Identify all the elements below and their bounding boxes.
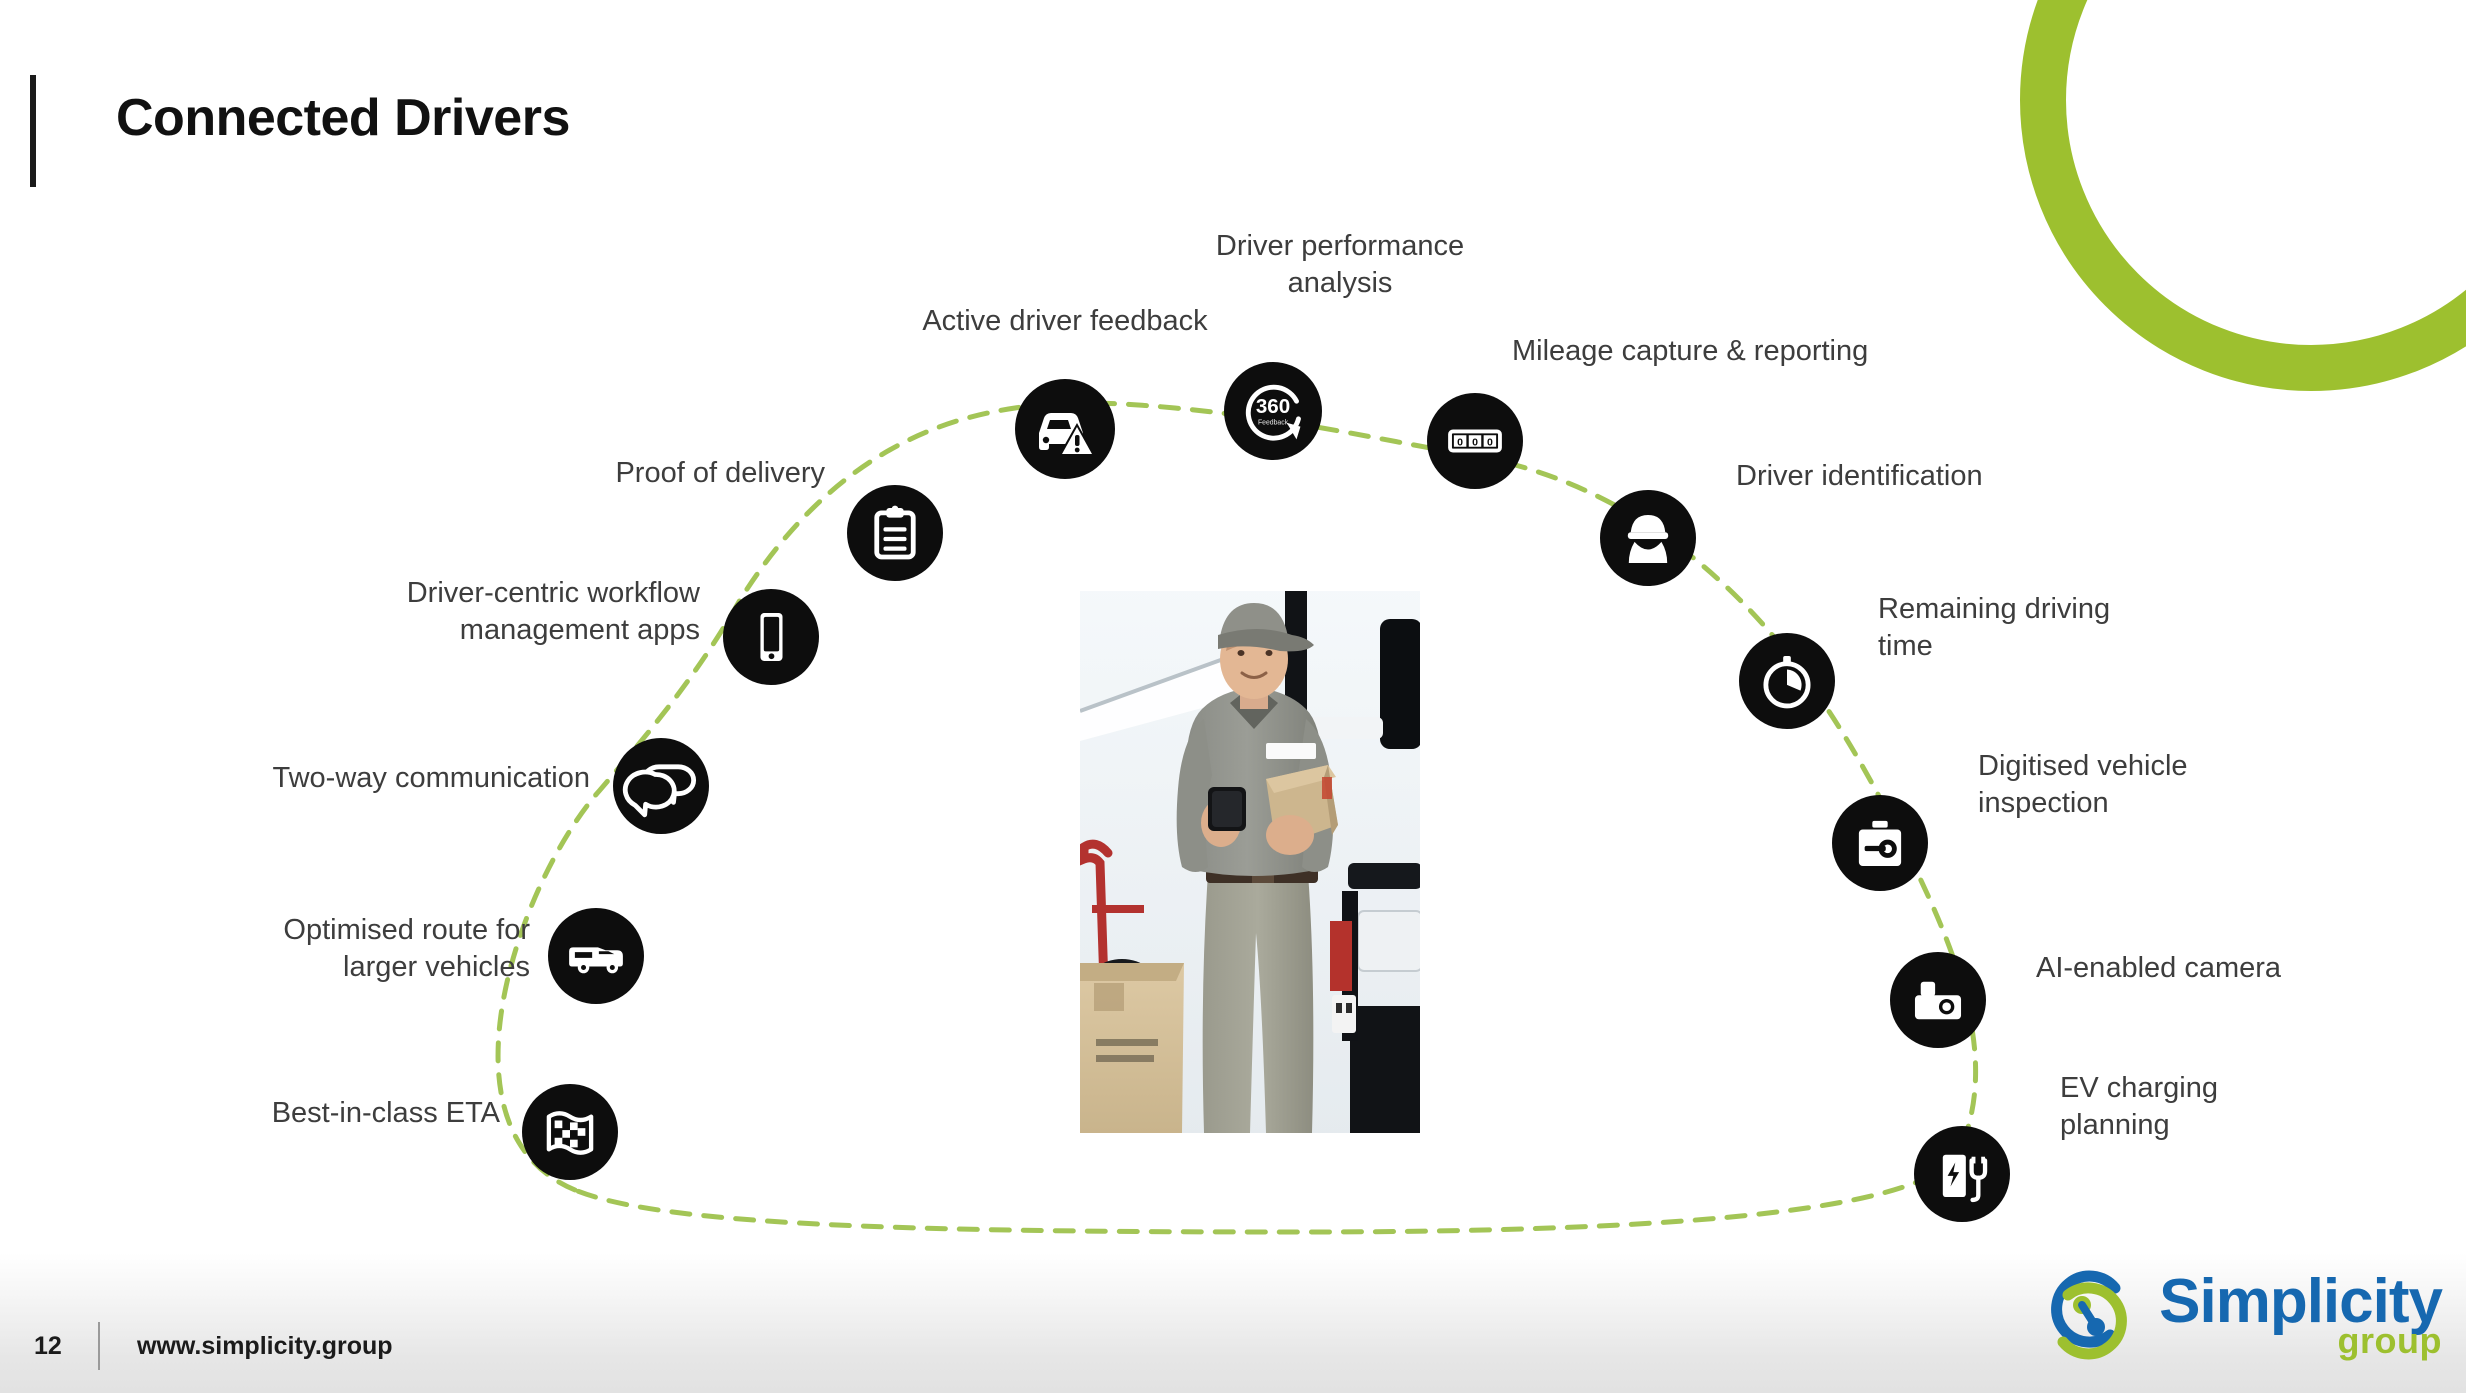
label-active-driver-feedback: Active driver feedback (922, 305, 1208, 337)
label-ev-charging-planning: EV charging planning (2060, 1072, 2218, 1142)
label-digitised-vehicle-inspection: Digitised vehicle inspection (1978, 750, 2188, 820)
speech-bubbles-icon (622, 764, 696, 818)
node-driver-centric-workflow-management-apps[interactable] (723, 589, 819, 685)
node-active-driver-feedback[interactable] (1015, 379, 1115, 479)
simplicity-group-logo: Simplicity group (2029, 1255, 2443, 1375)
label-driver-performance-analysis: Driver performance analysis (1215, 230, 1465, 300)
node-driver-performance-analysis[interactable]: 360 Feedback (1224, 362, 1322, 460)
delivery-driver-photo (1080, 591, 1420, 1133)
footer-page-number: 12 (34, 1332, 62, 1360)
svg-text:Feedback: Feedback (1258, 420, 1289, 427)
label-remaining-driving-time: Remaining driving time (1878, 593, 2111, 663)
dashcam-icon (1914, 981, 1962, 1020)
node-remaining-driving-time[interactable] (1739, 633, 1835, 729)
label-driver-identification: Driver identification (1736, 460, 1983, 492)
label-ai-enabled-camera: AI-enabled camera (2036, 952, 2282, 984)
node-best-in-class-eta[interactable] (522, 1084, 618, 1180)
node-mileage-capture-reporting[interactable]: 0 0 0 (1427, 393, 1523, 489)
connected-drivers-diagram: 360 Feedback Driver performance analysis… (0, 0, 2466, 1393)
toolbox-icon (1858, 820, 1902, 867)
van-icon (569, 947, 623, 974)
car-warning-icon (1039, 413, 1095, 455)
stopwatch-icon (1763, 656, 1811, 709)
node-ai-enabled-camera[interactable] (1890, 952, 1986, 1048)
label-best-in-class-eta: Best-in-class ETA (271, 1097, 500, 1129)
svg-text:0: 0 (1457, 436, 1463, 448)
checkered-map-icon (546, 1111, 594, 1155)
svg-text:0: 0 (1487, 436, 1493, 448)
node-ev-charging-planning[interactable] (1914, 1126, 2010, 1222)
simplicity-s-mark-icon (2051, 1270, 2128, 1360)
logo-wordmark: Simplicity group (2159, 1271, 2443, 1359)
node-optimised-route-for-larger-vehicles[interactable] (548, 908, 644, 1004)
footer-url[interactable]: www.simplicity.group (137, 1332, 393, 1361)
slide-canvas: Connected Drivers 360 Feedback Driver pe… (0, 0, 2466, 1393)
svg-text:0: 0 (1472, 436, 1478, 448)
ev-charger-icon (1942, 1154, 1988, 1203)
footer-divider (98, 1322, 100, 1370)
label-mileage-capture-reporting: Mileage capture & reporting (1512, 335, 1869, 367)
node-proof-of-delivery[interactable] (847, 485, 943, 581)
node-two-way-communication[interactable] (613, 738, 709, 834)
label-proof-of-delivery: Proof of delivery (615, 457, 825, 489)
label-optimised-route-for-larger-vehicles: Optimised route for larger vehicles (283, 914, 530, 984)
svg-text:360: 360 (1256, 395, 1290, 418)
clipboard-icon (874, 505, 916, 560)
node-driver-identification[interactable] (1600, 490, 1696, 586)
360-degree-icon: 360 Feedback (1245, 384, 1301, 441)
smartphone-icon (760, 613, 783, 661)
node-digitised-vehicle-inspection[interactable] (1832, 795, 1928, 891)
label-two-way-communication: Two-way communication (272, 762, 591, 794)
label-driver-centric-workflow-management-apps: Driver-centric workflow management apps (406, 577, 700, 647)
odometer-icon: 0 0 0 (1448, 429, 1502, 453)
driver-cap-icon (1627, 514, 1669, 563)
